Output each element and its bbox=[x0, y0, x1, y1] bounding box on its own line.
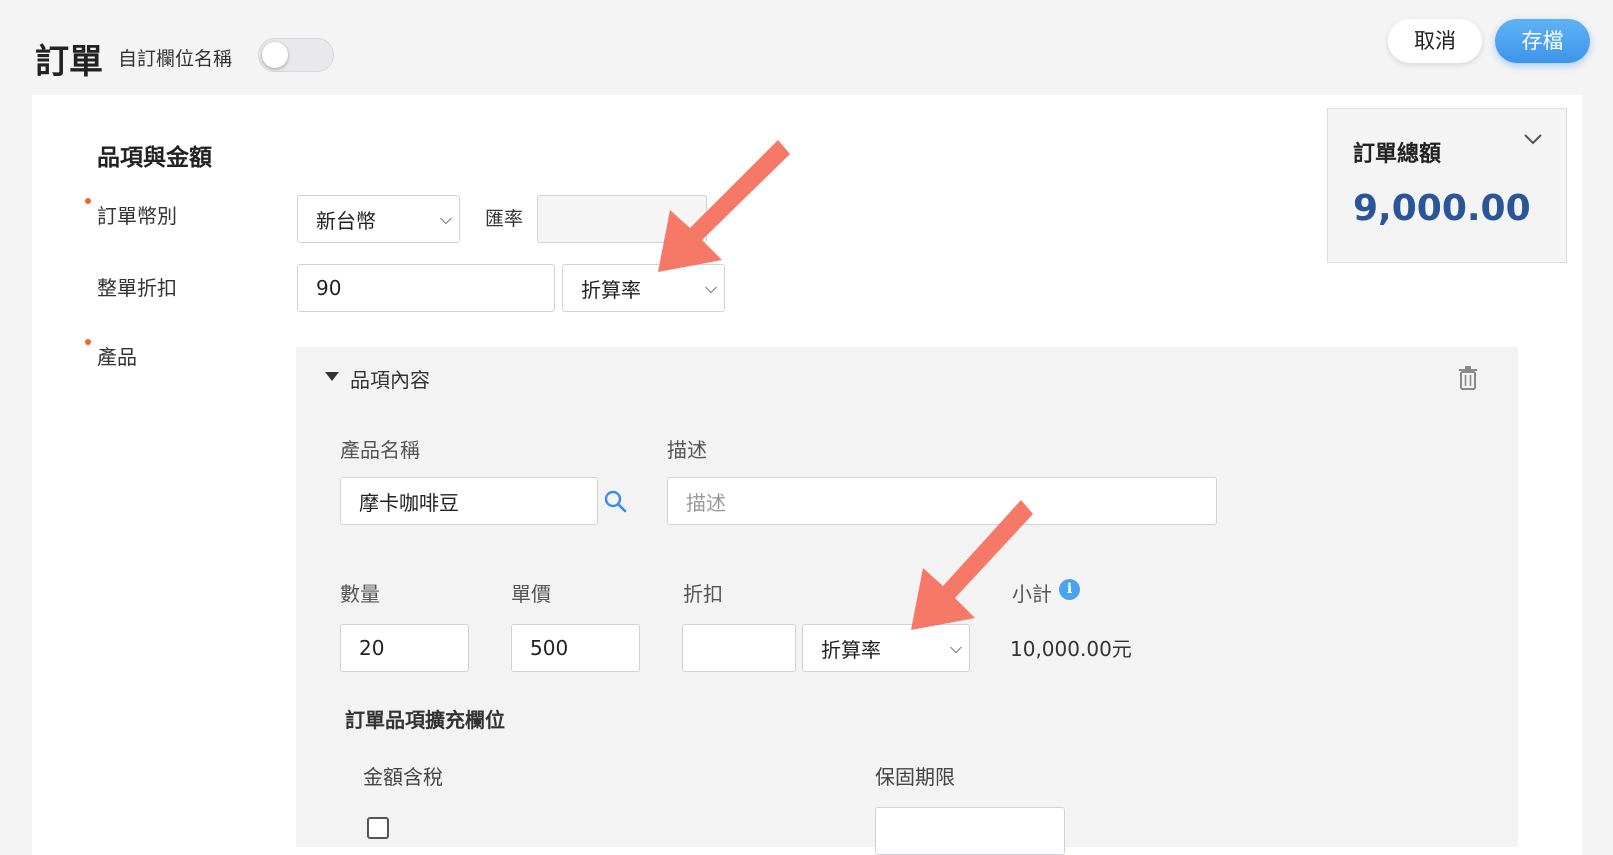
chevron-down-icon: ⌵ bbox=[704, 278, 718, 297]
arrow-annotation bbox=[911, 500, 1033, 630]
chevron-down-icon: ⌵ bbox=[439, 209, 453, 228]
trash-icon[interactable] bbox=[1458, 366, 1478, 390]
item-discount-label: 折扣 bbox=[683, 582, 723, 606]
unit-price-input[interactable]: 500 bbox=[511, 624, 640, 672]
item-collapse-label[interactable]: 品項內容 bbox=[350, 364, 430, 393]
discount-label: 整單折扣 bbox=[97, 276, 177, 300]
product-name-value: 摩卡咖啡豆 bbox=[359, 490, 459, 515]
rate-label: 匯率 bbox=[485, 208, 524, 230]
discount-value: 90 bbox=[316, 276, 342, 300]
product-name-input[interactable]: 摩卡咖啡豆 bbox=[340, 477, 598, 525]
description-label: 描述 bbox=[667, 438, 707, 462]
required-dot bbox=[85, 339, 91, 345]
item-extension-title: 訂單品項擴充欄位 bbox=[345, 708, 505, 732]
tax-included-label: 金額含稅 bbox=[363, 765, 443, 789]
warranty-input[interactable] bbox=[875, 807, 1065, 855]
currency-select[interactable]: 新台幣 ⌵ bbox=[297, 195, 460, 243]
caret-down-icon[interactable] bbox=[325, 372, 339, 381]
discount-input[interactable]: 90 bbox=[297, 264, 555, 312]
currency-label: 訂單幣別 bbox=[97, 204, 177, 228]
custom-field-name-toggle[interactable] bbox=[258, 38, 334, 72]
quantity-input[interactable]: 20 bbox=[340, 624, 469, 672]
order-total-title: 訂單總額 bbox=[1353, 142, 1442, 167]
chevron-down-icon[interactable] bbox=[1522, 128, 1544, 156]
info-icon[interactable]: i bbox=[1059, 579, 1080, 600]
unit-price-value: 500 bbox=[530, 636, 569, 660]
unit-price-label: 單價 bbox=[511, 582, 551, 606]
section-title: 品項與金額 bbox=[97, 145, 212, 171]
search-icon[interactable] bbox=[603, 489, 627, 513]
arrow-annotation bbox=[658, 140, 790, 272]
custom-field-name-label: 自訂欄位名稱 bbox=[118, 48, 233, 70]
toggle-knob bbox=[262, 42, 288, 68]
quantity-value: 20 bbox=[359, 636, 385, 660]
chevron-down-icon: ⌵ bbox=[949, 638, 963, 657]
save-button[interactable]: 存檔 bbox=[1495, 19, 1590, 63]
required-dot bbox=[85, 198, 91, 204]
quantity-label: 數量 bbox=[340, 582, 380, 606]
cancel-button[interactable]: 取消 bbox=[1388, 19, 1482, 63]
item-discount-input[interactable] bbox=[682, 624, 796, 672]
product-name-label: 產品名稱 bbox=[340, 438, 420, 462]
order-total-value: 9,000.00 bbox=[1353, 188, 1531, 229]
product-label: 產品 bbox=[97, 345, 137, 369]
warranty-label: 保固期限 bbox=[875, 765, 955, 789]
page-title: 訂單 bbox=[35, 42, 103, 82]
currency-value: 新台幣 bbox=[316, 208, 376, 233]
tax-included-checkbox[interactable] bbox=[367, 817, 389, 839]
